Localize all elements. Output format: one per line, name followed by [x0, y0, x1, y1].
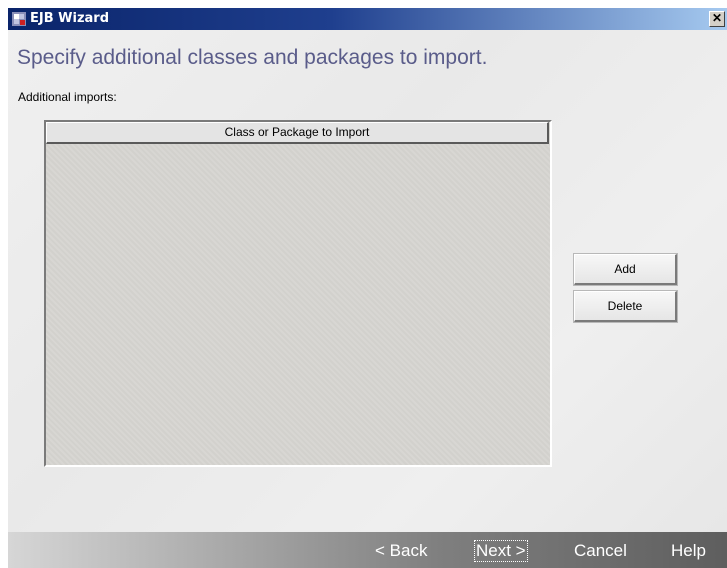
- next-button[interactable]: Next >: [474, 540, 528, 562]
- page-heading: Specify additional classes and packages …: [17, 46, 488, 69]
- wizard-footer: < Back Next > Cancel Help: [8, 532, 727, 568]
- additional-imports-label: Additional imports:: [18, 90, 117, 104]
- window-title: EJB Wizard: [30, 11, 110, 26]
- imports-table-body[interactable]: [46, 144, 550, 465]
- help-button[interactable]: Help: [671, 540, 706, 562]
- wizard-app-icon: [11, 11, 27, 27]
- back-button[interactable]: < Back: [375, 540, 427, 562]
- cancel-button[interactable]: Cancel: [574, 540, 627, 562]
- close-icon[interactable]: ✕: [709, 11, 725, 27]
- column-header-class-or-package[interactable]: Class or Package to Import: [46, 122, 549, 144]
- add-button[interactable]: Add: [574, 254, 677, 285]
- delete-button[interactable]: Delete: [574, 291, 677, 322]
- imports-table[interactable]: Class or Package to Import: [44, 120, 552, 467]
- title-bar[interactable]: EJB Wizard ✕: [8, 8, 727, 30]
- ejb-wizard-window: EJB Wizard ✕ Specify additional classes …: [8, 8, 727, 568]
